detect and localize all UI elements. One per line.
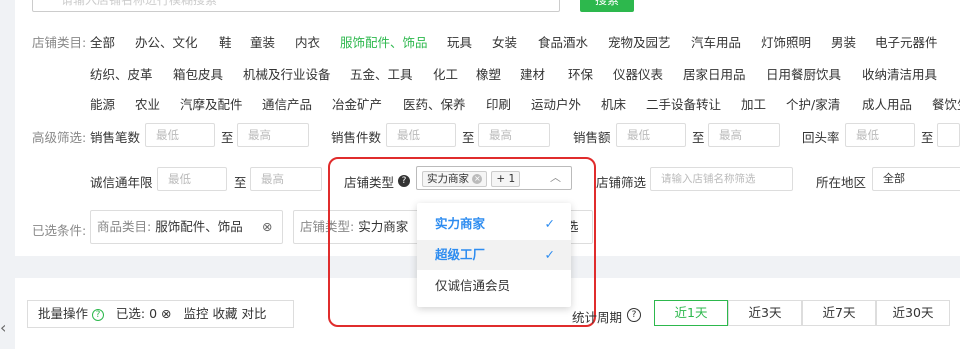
- years-label: 诚信通年限: [90, 175, 153, 190]
- category-item[interactable]: 仪器仪表: [613, 64, 663, 83]
- category-item[interactable]: 纺织、皮革: [90, 64, 153, 83]
- category-item[interactable]: 环保: [568, 64, 593, 83]
- category-item[interactable]: 印刷: [486, 94, 511, 113]
- advanced-filter-label: 高级筛选:: [32, 130, 87, 145]
- category-item[interactable]: 办公、文化: [135, 32, 198, 51]
- years-max-input[interactable]: 最高: [250, 167, 322, 191]
- period-help-icon[interactable]: ?: [627, 306, 641, 322]
- sales-amount-label: 销售额: [573, 130, 611, 145]
- category-item[interactable]: 成人用品: [862, 94, 912, 113]
- category-item[interactable]: 加工: [741, 94, 766, 113]
- region-label: 所在地区: [816, 175, 867, 190]
- category-item[interactable]: 通信产品: [262, 94, 312, 113]
- category-item[interactable]: 鞋: [219, 32, 232, 51]
- repurchase-rate-max-input[interactable]: [937, 123, 960, 147]
- years-min-input[interactable]: 最低: [157, 167, 227, 191]
- sales-count-label: 销售笔数: [90, 130, 141, 145]
- remove-tag-icon[interactable]: ⊗: [262, 211, 272, 243]
- region-select[interactable]: 全部: [872, 167, 960, 191]
- category-item[interactable]: 汽摩及配件: [180, 94, 243, 113]
- category-item[interactable]: 机床: [601, 94, 626, 113]
- category-item[interactable]: 内衣: [295, 32, 320, 51]
- category-item[interactable]: 居家日用品: [683, 64, 746, 83]
- period-1d-button[interactable]: 近1天: [654, 300, 728, 326]
- category-item[interactable]: 男装: [831, 32, 856, 51]
- category-item[interactable]: 食品酒水: [538, 32, 588, 51]
- clear-selection-icon[interactable]: ⊗: [161, 306, 171, 321]
- sales-count-max-input[interactable]: 最高: [237, 123, 309, 147]
- bulk-actions-bar: 批量操作 ? 已选: 0 ⊗ 监控 收藏 对比: [27, 300, 294, 328]
- period-7d-button[interactable]: 近7天: [802, 300, 876, 326]
- bulk-help-icon[interactable]: ?: [92, 308, 104, 321]
- category-item[interactable]: 医药、保养: [403, 94, 466, 113]
- category-item[interactable]: 童装: [250, 32, 275, 51]
- sales-amount-min-input[interactable]: 最低: [616, 123, 686, 147]
- category-item[interactable]: 二手设备转让: [646, 94, 721, 113]
- monitor-button[interactable]: 监控: [183, 306, 208, 321]
- period-3d-button[interactable]: 近3天: [728, 300, 802, 326]
- range-to-label: 至: [234, 175, 247, 190]
- period-label: 统计周期: [572, 310, 623, 325]
- category-item[interactable]: 机械及行业设备: [243, 64, 331, 83]
- category-item[interactable]: 日用餐厨饮具: [766, 64, 841, 83]
- store-filter-input[interactable]: 请输入店铺名称筛选: [650, 167, 793, 191]
- range-to-label: 至: [921, 130, 934, 145]
- chevron-left-icon[interactable]: ‹: [0, 318, 6, 337]
- category-item[interactable]: 运动户外: [531, 94, 581, 113]
- category-item[interactable]: 汽车用品: [691, 32, 741, 51]
- range-to-label: 至: [462, 130, 475, 145]
- category-item[interactable]: 农业: [135, 94, 160, 113]
- category-item[interactable]: 灯饰照明: [761, 32, 811, 51]
- store-filter-label: 店铺筛选: [596, 175, 647, 190]
- category-item[interactable]: 五金、工具: [350, 64, 413, 83]
- category-item[interactable]: 餐饮生: [932, 94, 960, 113]
- repurchase-rate-label: 回头率: [802, 130, 840, 145]
- category-item[interactable]: 收纳清洁用具: [862, 64, 937, 83]
- search-input[interactable]: 请输入店铺名称进行模糊搜索: [32, 0, 560, 12]
- category-item[interactable]: 箱包皮具: [173, 64, 223, 83]
- search-button[interactable]: 搜索: [580, 0, 634, 12]
- compare-button[interactable]: 对比: [241, 306, 266, 321]
- category-item[interactable]: 全部: [90, 32, 115, 51]
- category-item[interactable]: 电子元器件: [875, 32, 938, 51]
- range-to-label: 至: [221, 130, 234, 145]
- sales-qty-label: 销售件数: [331, 130, 382, 145]
- selected-conditions-label: 已选条件:: [32, 223, 87, 238]
- category-label: 店铺类目:: [32, 35, 87, 50]
- category-item[interactable]: 化工: [433, 64, 458, 83]
- category-item[interactable]: 玩具: [447, 32, 472, 51]
- category-item[interactable]: 冶金矿产: [332, 94, 382, 113]
- sales-qty-min-input[interactable]: 最低: [386, 123, 456, 147]
- selected-tag-category: 商品类目: 服饰配件、饰品 ⊗: [90, 210, 283, 244]
- category-item[interactable]: 建材: [520, 64, 545, 83]
- repurchase-rate-min-input[interactable]: 最低: [845, 123, 915, 147]
- sales-count-min-input[interactable]: 最低: [145, 123, 215, 147]
- sales-qty-max-input[interactable]: 最高: [478, 123, 550, 147]
- category-item[interactable]: 服饰配件、饰品: [340, 32, 428, 51]
- range-to-label: 至: [692, 130, 705, 145]
- category-item[interactable]: 橡塑: [476, 64, 501, 83]
- sales-amount-max-input[interactable]: 最高: [708, 123, 780, 147]
- highlight-frame: [328, 157, 596, 327]
- favorite-button[interactable]: 收藏: [212, 306, 237, 321]
- category-item[interactable]: 女装: [492, 32, 517, 51]
- category-item[interactable]: 个护/家清: [786, 94, 840, 113]
- category-item[interactable]: 宠物及园艺: [608, 32, 671, 51]
- category-item[interactable]: 能源: [90, 94, 115, 113]
- period-30d-button[interactable]: 近30天: [876, 300, 950, 326]
